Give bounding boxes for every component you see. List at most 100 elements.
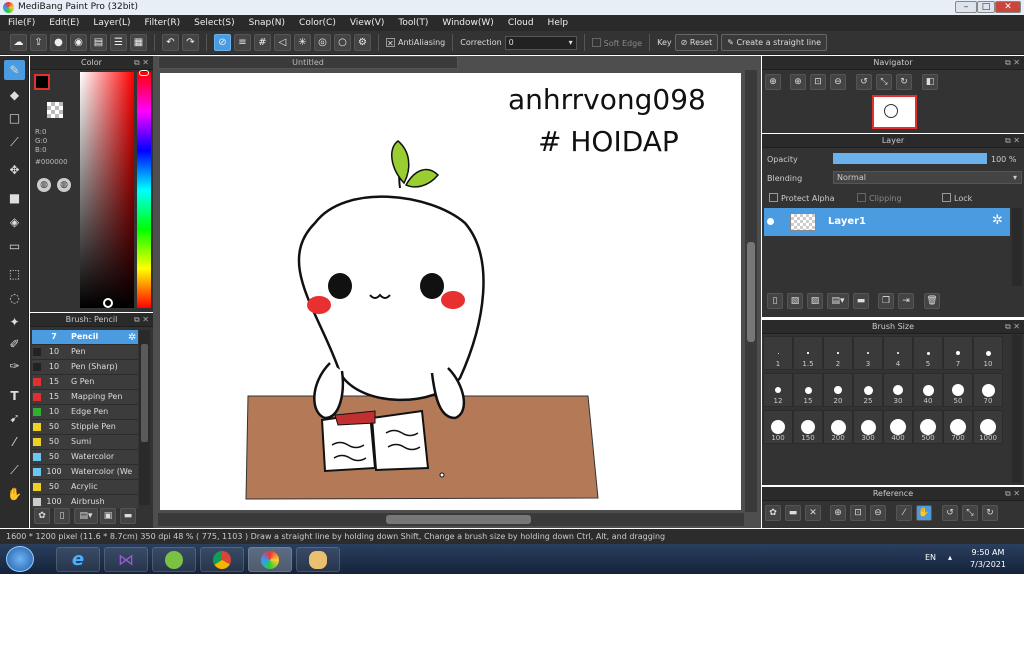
upload-icon[interactable]: ⇪ (30, 34, 47, 51)
fit-icon[interactable]: ⊡ (850, 505, 866, 521)
brush-size-option[interactable]: 5 (913, 336, 943, 370)
paint-taskbar-icon[interactable] (296, 547, 340, 572)
new-brush-icon[interactable]: ▯ (54, 508, 70, 524)
protect-alpha-checkbox[interactable]: Protect Alpha (769, 193, 835, 203)
trash-icon[interactable]: 🗑 (924, 293, 940, 309)
divide-tool-icon[interactable]: ⟋ (4, 460, 25, 480)
menu-tool[interactable]: Tool(T) (398, 18, 428, 28)
select-eraser-tool-icon[interactable]: ✑ (4, 356, 25, 376)
mirror-icon[interactable]: ◧ (922, 74, 938, 90)
dot-tool-icon[interactable]: □ (4, 108, 25, 128)
clipping-checkbox[interactable]: Clipping (857, 193, 902, 203)
hue-handle[interactable] (139, 70, 149, 76)
concentric-snap-icon[interactable]: ◎ (314, 34, 331, 51)
zoom-out-icon[interactable]: ⊖ (870, 505, 886, 521)
rotate-left-icon[interactable]: ↺ (856, 74, 872, 90)
eyedropper-icon[interactable]: ⁄ (896, 505, 912, 521)
fit-icon[interactable]: ⊡ (810, 74, 826, 90)
brush-item[interactable]: 10 Pen (32, 345, 138, 360)
document-icon[interactable]: ▤ (90, 34, 107, 51)
medibang-taskbar-icon[interactable] (248, 547, 292, 572)
brush-item[interactable]: 50 Stipple Pen (32, 420, 138, 435)
chevron-up-icon[interactable]: ▴ (948, 553, 952, 562)
merge-layer-icon[interactable]: ⇥ (898, 293, 914, 309)
snap-settings-icon[interactable]: ⚙ (354, 34, 371, 51)
select-pen-tool-icon[interactable]: ✐ (4, 334, 25, 354)
flip-icon[interactable]: ⤡ (962, 505, 978, 521)
hand-icon[interactable]: ✋ (916, 505, 932, 521)
brush-item[interactable]: 15 Mapping Pen (32, 390, 138, 405)
pen-tool-icon[interactable]: ⟋ (4, 132, 25, 152)
brush-item[interactable]: 50 Sumi (32, 435, 138, 450)
antialiasing-checkbox[interactable]: ✕ AntiAliasing (386, 38, 445, 48)
add-brush-icon[interactable]: ▤▾ (74, 508, 98, 524)
brush-size-option[interactable]: 50 (943, 373, 973, 407)
transparent-color-swatch[interactable] (47, 102, 63, 118)
clock[interactable]: 9:50 AM 7/3/2021 (964, 547, 1012, 571)
gear-icon[interactable]: ✲ (128, 332, 136, 343)
close-button[interactable]: ✕ (995, 1, 1021, 13)
correction-select[interactable]: 0 ▾ (504, 35, 577, 50)
menu-select[interactable]: Select(S) (194, 18, 235, 28)
comment-icon[interactable]: ● (50, 34, 67, 51)
rotate-right-icon[interactable]: ↻ (982, 505, 998, 521)
list-icon[interactable]: ☰ (110, 34, 127, 51)
brush-size-option[interactable]: 25 (853, 373, 883, 407)
zoom-in-icon-2[interactable]: ⊕ (790, 74, 806, 90)
brush-size-option[interactable]: 70 (973, 373, 1003, 407)
picker-handle[interactable] (103, 298, 113, 308)
layer-row[interactable]: Layer1 ✲ (764, 208, 1010, 236)
brush-size-option[interactable]: 1000 (973, 410, 1003, 444)
brush-size-option[interactable]: 2 (823, 336, 853, 370)
brush-item[interactable]: 15 G Pen (32, 375, 138, 390)
language-indicator[interactable]: EN (925, 553, 936, 562)
palette-icon[interactable]: ◍ (37, 178, 51, 192)
scroll-thumb[interactable] (141, 344, 148, 442)
flip-icon[interactable]: ⤡ (876, 74, 892, 90)
rotate-icon[interactable]: ↺ (942, 505, 958, 521)
new-layer-icon[interactable]: ▯ (767, 293, 783, 309)
brush-size-option[interactable]: 700 (943, 410, 973, 444)
bucket-tool-icon[interactable]: ◈ (4, 212, 25, 232)
brush-settings-icon[interactable]: ✿ (34, 508, 50, 524)
soft-edge-checkbox[interactable]: Soft Edge (591, 37, 642, 48)
reference-cloud-icon[interactable]: ✿ (765, 505, 781, 521)
layer-scrollbar[interactable] (1012, 208, 1022, 286)
brush-size-option[interactable]: 30 (883, 373, 913, 407)
panel-menu-icon[interactable]: ⧉ ✕ (134, 56, 149, 70)
menu-layer[interactable]: Layer(L) (93, 18, 130, 28)
eraser-tool-icon[interactable]: ◆ (4, 85, 25, 105)
brush-size-option[interactable]: 7 (943, 336, 973, 370)
brush-size-option[interactable]: 12 (763, 373, 793, 407)
copy-brush-icon[interactable]: ▣ (100, 508, 116, 524)
folder-icon[interactable]: ▬ (853, 293, 869, 309)
brush-item[interactable]: 10 Edge Pen (32, 405, 138, 420)
lock-checkbox[interactable]: Lock (942, 193, 972, 203)
primary-color-swatch[interactable] (34, 74, 50, 90)
app-taskbar-icon[interactable] (152, 547, 196, 572)
circle-snap-icon[interactable]: ○ (334, 34, 351, 51)
comment-list-icon[interactable]: ◉ (70, 34, 87, 51)
operation-tool-icon[interactable]: ➹ (4, 408, 25, 428)
rotate-right-icon[interactable]: ↻ (896, 74, 912, 90)
panel-menu-icon[interactable]: ⧉ ✕ (1005, 320, 1020, 334)
new-halftone-layer-icon[interactable]: ▧ (787, 293, 803, 309)
menu-color[interactable]: Color(C) (299, 18, 336, 28)
visual-studio-taskbar-icon[interactable]: ⋈ (104, 547, 148, 572)
straight-line-button[interactable]: ✎ Create a straight line (721, 34, 828, 51)
panel-menu-icon[interactable]: ⧉ ✕ (1005, 56, 1020, 70)
eyedropper-tool-icon[interactable]: ⁄ (4, 432, 25, 452)
move-tool-icon[interactable]: ✥ (4, 160, 25, 180)
menu-cloud[interactable]: Cloud (508, 18, 534, 28)
horizontal-scroll-thumb[interactable] (386, 515, 531, 524)
brush-size-option[interactable]: 1 (763, 336, 793, 370)
parallel-snap-icon[interactable]: ≡ (234, 34, 251, 51)
menu-help[interactable]: Help (548, 18, 569, 28)
brush-size-option[interactable]: 100 (763, 410, 793, 444)
duplicate-layer-icon[interactable]: ❐ (878, 293, 894, 309)
brush-size-scrollbar[interactable] (1012, 335, 1022, 483)
ie-taskbar-icon[interactable]: e (56, 547, 100, 572)
zoom-in-icon[interactable]: ⊕ (765, 74, 781, 90)
brush-size-option[interactable]: 400 (883, 410, 913, 444)
brush-tool-icon[interactable]: ✎ (4, 60, 25, 80)
